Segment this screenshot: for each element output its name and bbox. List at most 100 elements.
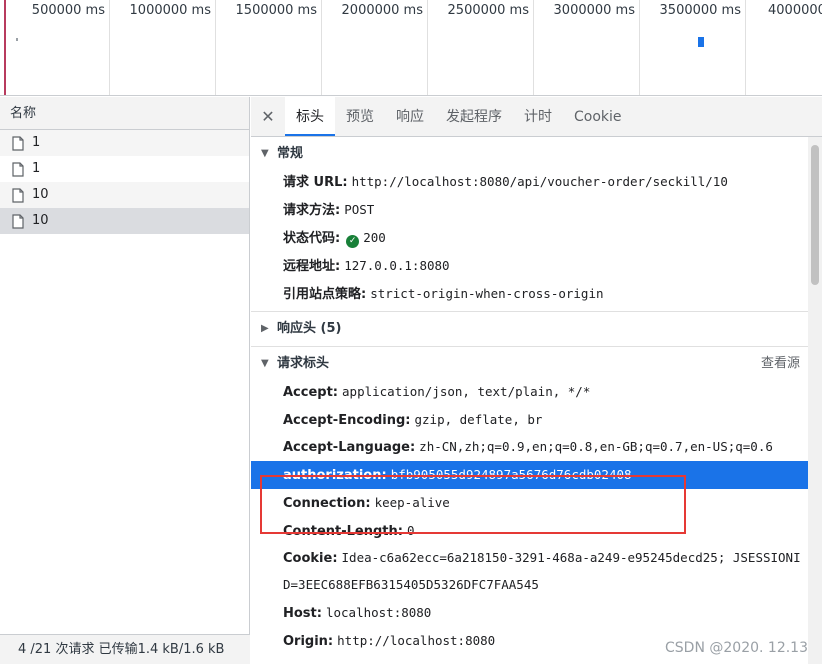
- header-value: localhost:8080: [325, 605, 432, 620]
- timeline-tick: 2000000 ms: [322, 0, 428, 95]
- section-title: 请求标头: [277, 356, 330, 371]
- scrollbar-thumb[interactable]: [811, 145, 819, 285]
- tick-label: 4000000: [768, 3, 822, 18]
- document-icon: [12, 213, 24, 229]
- remote-address-row[interactable]: 远程地址: 127.0.0.1:8080: [251, 252, 808, 280]
- timeline-tick: 1500000 ms: [216, 0, 322, 95]
- header-key: Origin:: [283, 634, 334, 649]
- timeline-overview[interactable]: 500000 ms 1000000 ms 1500000 ms 2000000 …: [0, 0, 822, 96]
- header-key: Host:: [283, 606, 322, 621]
- section-title: 响应头 (5): [277, 321, 342, 336]
- timeline-tick: 2500000 ms: [428, 0, 534, 95]
- tick-label: 500000 ms: [31, 3, 105, 18]
- header-value: 127.0.0.1:8080: [344, 258, 450, 273]
- header-key: Accept-Encoding:: [283, 413, 411, 428]
- status-summary: 4 /21 次请求 已传输1.4 kB/1.6 kB: [0, 634, 250, 664]
- response-headers-toggle[interactable]: ▶ 响应头 (5): [251, 315, 808, 343]
- header-key: 远程地址:: [283, 259, 341, 274]
- document-icon: [12, 135, 24, 151]
- document-icon: [12, 187, 24, 203]
- header-value: application/json, text/plain, */*: [342, 384, 591, 399]
- header-key: Connection:: [283, 496, 371, 511]
- watermark: CSDN @2020. 12.13: [665, 640, 808, 656]
- tick-label: 2000000 ms: [341, 3, 423, 18]
- request-row[interactable]: 1: [0, 130, 249, 156]
- detail-tabbar: ✕ 标头 预览 响应 发起程序 计时 Cookie: [251, 97, 822, 137]
- tab-timing[interactable]: 计时: [513, 97, 563, 136]
- header-value: keep-alive: [374, 495, 450, 510]
- header-key: 请求 URL:: [283, 175, 348, 190]
- tab-preview[interactable]: 预览: [335, 97, 385, 136]
- tick-label: 3500000 ms: [659, 3, 741, 18]
- vertical-scrollbar[interactable]: [808, 137, 822, 664]
- header-value: http://localhost:8080: [337, 633, 496, 648]
- header-value: zh-CN,zh;q=0.9,en;q=0.8,en-GB;q=0.7,en-U…: [419, 439, 773, 454]
- request-row[interactable]: 10: [0, 182, 249, 208]
- request-name: 10: [32, 187, 49, 202]
- timeline-tick: 1000000 ms: [110, 0, 216, 95]
- triangle-down-icon: ▼: [261, 148, 269, 159]
- header-row-host[interactable]: Host: localhost:8080: [251, 599, 808, 627]
- header-key: authorization:: [283, 468, 387, 483]
- triangle-down-icon: ▼: [261, 358, 269, 369]
- tab-cookie[interactable]: Cookie: [563, 97, 633, 136]
- header-value: http://localhost:8080/api/voucher-order/…: [351, 174, 728, 189]
- view-source-link[interactable]: 查看源: [761, 350, 800, 378]
- close-icon[interactable]: ✕: [251, 97, 285, 136]
- header-row-authorization[interactable]: authorization: bfb905055d924897a5676d76cd…: [251, 461, 808, 489]
- header-value: Idea-c6a62ecc=6a218150-3291-468a-a249-e9…: [283, 550, 801, 592]
- header-row-accept[interactable]: Accept: application/json, text/plain, */*: [251, 378, 808, 406]
- header-key: 请求方法:: [283, 203, 341, 218]
- tick-label: 2500000 ms: [447, 3, 529, 18]
- header-value: 200: [363, 230, 386, 245]
- check-circle-icon: ✓: [346, 235, 360, 248]
- tick-label: 1000000 ms: [129, 3, 211, 18]
- header-row-accept-language[interactable]: Accept-Language: zh-CN,zh;q=0.9,en;q=0.8,…: [251, 434, 808, 461]
- document-icon: [12, 161, 24, 177]
- triangle-right-icon: ▶: [261, 323, 269, 334]
- header-value: POST: [344, 202, 375, 217]
- timeline-request-bar[interactable]: [698, 37, 704, 47]
- header-key: Content-Length:: [283, 524, 403, 539]
- timeline-tick: 3500000 ms: [640, 0, 746, 95]
- tick-label: 1500000 ms: [235, 3, 317, 18]
- name-column-header[interactable]: 名称: [0, 97, 249, 130]
- status-code-row[interactable]: 状态代码: ✓ 200: [251, 224, 808, 252]
- timeline-tick: 4000000: [746, 0, 822, 95]
- request-name: 10: [32, 213, 49, 228]
- request-detail-panel: ✕ 标头 预览 响应 发起程序 计时 Cookie ▼ 常规 请求 URL: ht…: [251, 97, 822, 664]
- header-row-accept-encoding[interactable]: Accept-Encoding: gzip, deflate, br: [251, 406, 808, 434]
- request-method-row[interactable]: 请求方法: POST: [251, 196, 808, 224]
- section-title: 常规: [277, 146, 304, 161]
- tick-label: 3000000 ms: [553, 3, 635, 18]
- divider: [251, 346, 808, 347]
- header-row-cookie[interactable]: Cookie: Idea-c6a62ecc=6a218150-3291-468a-…: [251, 545, 808, 599]
- header-key: Accept-Language:: [283, 440, 416, 455]
- request-url-row[interactable]: 请求 URL: http://localhost:8080/api/voucher…: [251, 168, 808, 196]
- tab-headers[interactable]: 标头: [285, 97, 335, 136]
- referrer-policy-row[interactable]: 引用站点策略: strict-origin-when-cross-origin: [251, 280, 808, 308]
- header-key: Accept:: [283, 385, 339, 400]
- divider: [251, 311, 808, 312]
- timeline-tick: 500000 ms: [4, 0, 110, 95]
- general-section-toggle[interactable]: ▼ 常规: [251, 140, 808, 168]
- header-row-content-length[interactable]: Content-Length: 0: [251, 517, 808, 545]
- header-key: Cookie:: [283, 551, 338, 566]
- tab-response[interactable]: 响应: [385, 97, 435, 136]
- request-headers-toggle[interactable]: ▼ 请求标头 查看源: [251, 350, 808, 378]
- header-key: 引用站点策略:: [283, 287, 367, 302]
- header-value: gzip, deflate, br: [414, 412, 543, 427]
- request-name: 1: [32, 161, 41, 176]
- request-list-panel: 名称 1 1 10 10 4 /21 次请求 已传输1.4 kB/1.6 kB: [0, 97, 250, 664]
- header-row-connection[interactable]: Connection: keep-alive: [251, 489, 808, 517]
- tab-initiator[interactable]: 发起程序: [435, 97, 513, 136]
- request-row-selected[interactable]: 10: [0, 208, 249, 234]
- timeline-tick: 3000000 ms: [534, 0, 640, 95]
- header-value: bfb905055d924897a5676d76cdb02408: [390, 467, 632, 482]
- header-key: 状态代码:: [283, 231, 341, 246]
- header-value: 0: [406, 523, 415, 538]
- headers-content: ▼ 常规 请求 URL: http://localhost:8080/api/vo…: [251, 137, 808, 655]
- header-value: strict-origin-when-cross-origin: [370, 286, 604, 301]
- request-row[interactable]: 1: [0, 156, 249, 182]
- request-name: 1: [32, 135, 41, 150]
